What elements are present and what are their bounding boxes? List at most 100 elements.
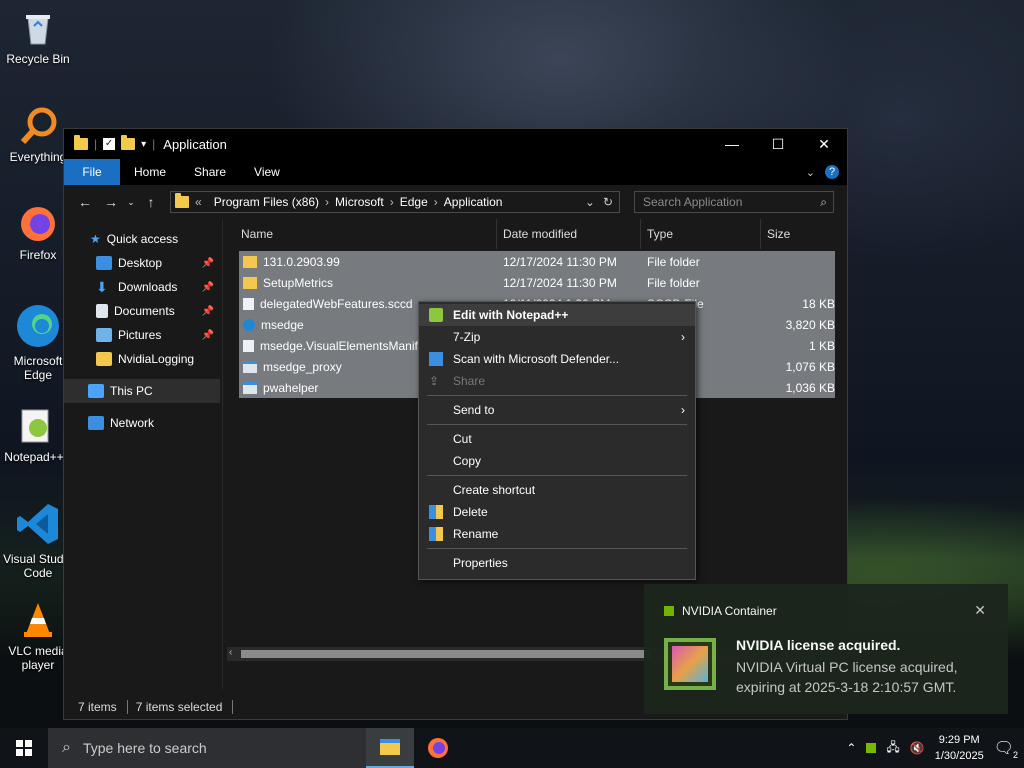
scroll-left-icon[interactable]: ‹ <box>229 647 232 658</box>
star-icon: ★ <box>90 232 101 246</box>
show-hidden-icons-chevron-icon[interactable]: ⌃ <box>846 741 856 755</box>
nav-item-downloads[interactable]: ⬇ Downloads 📌 <box>64 275 220 299</box>
nvidia-logo-icon <box>664 606 674 616</box>
maximize-icon[interactable]: ☐ <box>755 129 801 159</box>
desktop-icon-label: Microsoft Edge <box>13 354 63 382</box>
file-date: 12/17/2024 11:30 PM <box>503 275 617 290</box>
desktop-icon-recycle-bin[interactable]: Recycle Bin <box>2 8 74 66</box>
menu-item-send-to[interactable]: Send to › <box>419 399 695 421</box>
table-row[interactable]: SetupMetrics 12/17/2024 11:30 PM File fo… <box>239 272 835 293</box>
nav-item-this-pc[interactable]: This PC <box>64 379 220 403</box>
toast-close-icon[interactable]: ✕ <box>974 602 986 619</box>
menu-item-create-shortcut[interactable]: Create shortcut <box>419 479 695 501</box>
notification-count: 2 <box>1012 750 1018 760</box>
properties-checkmark-icon[interactable]: ✓ <box>103 138 116 150</box>
search-input[interactable]: Search Application ⌕ <box>634 191 834 213</box>
folder-icon <box>243 276 257 289</box>
vlc-icon <box>18 600 58 640</box>
customize-toolbar-chevron-icon[interactable]: ▾ <box>141 139 146 150</box>
new-folder-icon[interactable] <box>121 135 136 150</box>
tab-view[interactable]: View <box>240 159 294 185</box>
volume-muted-icon[interactable]: 🔇 <box>910 741 925 755</box>
close-icon[interactable]: ✕ <box>801 129 847 159</box>
nav-item-nvidialogging[interactable]: NvidiaLogging <box>64 347 220 371</box>
breadcrumb-overflow[interactable]: « <box>189 195 208 209</box>
breadcrumb-item[interactable]: Microsoft <box>329 195 390 209</box>
submenu-arrow-icon: › <box>681 403 685 417</box>
pin-icon[interactable]: 📌 <box>202 330 214 341</box>
help-icon[interactable]: ? <box>825 165 839 179</box>
table-row[interactable]: 131.0.2903.99 12/17/2024 11:30 PM File f… <box>239 251 835 272</box>
column-header-name[interactable]: Name <box>223 219 497 249</box>
tab-file[interactable]: File <box>64 159 120 185</box>
breadcrumb-item[interactable]: Application <box>438 195 509 209</box>
clock[interactable]: 9:29 PM 1/30/2025 <box>935 732 984 764</box>
up-arrow-icon[interactable]: ↑ <box>138 194 164 210</box>
nvidia-tray-icon[interactable] <box>866 743 877 753</box>
tab-home[interactable]: Home <box>120 159 180 185</box>
nav-item-label: Documents <box>114 304 175 318</box>
menu-item-label: 7-Zip <box>453 330 481 344</box>
taskbar-file-explorer[interactable] <box>366 728 414 768</box>
selected-count: 7 items selected <box>136 700 234 714</box>
file-name: msedge.VisualElementsManif <box>260 338 418 353</box>
menu-item-scan-defender[interactable]: Scan with Microsoft Defender... <box>419 348 695 370</box>
nav-item-network[interactable]: Network <box>64 411 220 435</box>
menu-separator <box>427 475 687 476</box>
taskbar-firefox[interactable] <box>414 728 462 768</box>
pin-icon[interactable]: 📌 <box>202 306 214 317</box>
menu-item-rename[interactable]: Rename <box>419 523 695 545</box>
pin-icon[interactable]: 📌 <box>202 282 214 293</box>
toast-notification[interactable]: NVIDIA Container ✕ NVIDIA license acquir… <box>644 584 1008 714</box>
tab-share[interactable]: Share <box>180 159 240 185</box>
file-name: pwahelper <box>263 380 319 395</box>
network-icon[interactable]: 🖧 <box>886 738 899 759</box>
nav-item-quick-access[interactable]: ★ Quick access <box>64 227 220 251</box>
application-icon <box>243 360 257 373</box>
nav-item-pictures[interactable]: Pictures 📌 <box>64 323 220 347</box>
column-header-size[interactable]: Size <box>761 219 841 249</box>
desktop-icon-notepadpp[interactable]: Notepad++ <box>0 406 70 464</box>
notification-center-icon[interactable]: 🗨 2 <box>994 738 1018 760</box>
menu-item-edit-notepadpp[interactable]: Edit with Notepad++ <box>419 304 695 326</box>
file-explorer-icon <box>380 739 400 755</box>
menu-item-properties[interactable]: Properties <box>419 552 695 574</box>
nav-item-label: Downloads <box>118 280 178 294</box>
document-icon <box>96 304 108 318</box>
minimize-icon[interactable]: — <box>709 129 755 159</box>
file-name: SetupMetrics <box>263 275 334 290</box>
recent-locations-chevron-icon[interactable]: ⌄ <box>124 197 138 208</box>
pin-icon[interactable]: 📌 <box>202 258 214 269</box>
search-icon[interactable]: ⌕ <box>820 195 833 210</box>
toast-title: NVIDIA license acquired. <box>736 637 901 653</box>
nav-item-documents[interactable]: Documents 📌 <box>64 299 220 323</box>
menu-item-delete[interactable]: Delete <box>419 501 695 523</box>
menu-item-cut[interactable]: Cut <box>419 428 695 450</box>
column-header-type[interactable]: Type <box>641 219 761 249</box>
navigation-bar: ← → ⌄ ↑ « Program Files (x86) › Microsof… <box>64 185 847 219</box>
breadcrumb-item[interactable]: Edge <box>394 195 434 209</box>
nav-item-label: Desktop <box>118 256 163 270</box>
taskbar-search-input[interactable]: ⌕ Type here to search <box>48 728 366 768</box>
menu-separator <box>427 424 687 425</box>
expand-ribbon-chevron-icon[interactable]: ⌄ <box>806 166 815 179</box>
scrollbar-thumb[interactable] <box>241 650 651 658</box>
address-bar[interactable]: « Program Files (x86) › Microsoft › Edge… <box>170 191 620 213</box>
forward-arrow-icon[interactable]: → <box>98 194 124 210</box>
file-size: 1,036 KB <box>785 380 835 395</box>
nav-item-desktop[interactable]: Desktop 📌 <box>64 251 220 275</box>
item-count: 7 items <box>78 700 128 714</box>
refresh-icon[interactable]: ↻ <box>603 195 613 209</box>
back-arrow-icon[interactable]: ← <box>72 194 98 210</box>
menu-item-copy[interactable]: Copy <box>419 450 695 472</box>
file-icon <box>243 297 254 310</box>
title-bar[interactable]: | ✓ ▾ | Application — ☐ ✕ <box>64 129 847 159</box>
address-dropdown-chevron-icon[interactable]: ⌄ <box>585 195 595 209</box>
breadcrumb-item[interactable]: Program Files (x86) <box>208 195 325 209</box>
toolbar-divider: | <box>94 137 98 151</box>
start-button[interactable] <box>0 728 48 768</box>
column-header-date[interactable]: Date modified <box>497 219 641 249</box>
windows-logo-icon <box>16 740 32 756</box>
window-title: Application <box>163 136 227 152</box>
menu-item-7zip[interactable]: 7-Zip › <box>419 326 695 348</box>
